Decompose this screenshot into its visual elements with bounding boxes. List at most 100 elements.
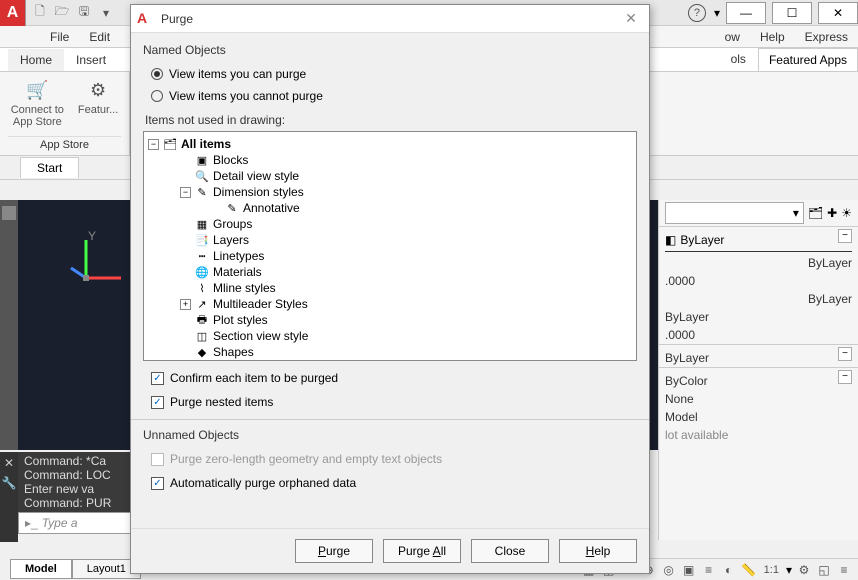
help-button[interactable]: Help <box>559 539 637 563</box>
tree-node-linetypes[interactable]: ┅ Linetypes <box>148 248 632 264</box>
model-layout-tabs: Model Layout1 <box>10 559 141 579</box>
panel-label-appstore: App Store <box>8 136 121 151</box>
collapse-icon[interactable]: − <box>180 187 191 198</box>
tree-node-mline[interactable]: ⌇Mline styles <box>148 280 632 296</box>
cmd-placeholder: Type a <box>42 516 78 530</box>
open-icon[interactable]: 🗁 <box>54 5 70 21</box>
groups-icon: ▦ <box>195 217 209 231</box>
prop-value: ByColor <box>659 372 858 390</box>
tree-label: Annotative <box>243 201 300 215</box>
tab-featured-apps[interactable]: Featured Apps <box>758 48 858 71</box>
sb-3dobj-icon[interactable]: ▣ <box>681 562 697 578</box>
tab-home[interactable]: Home <box>8 49 64 71</box>
layer-add-icon[interactable]: ✚ <box>827 206 837 220</box>
expand-icon[interactable]: + <box>180 299 191 310</box>
sb-custom-icon[interactable]: ≡ <box>836 562 852 578</box>
menu-file[interactable]: File <box>40 28 79 46</box>
tree-node-detail[interactable]: 🔍Detail view style <box>148 168 632 184</box>
help-icon[interactable]: ? <box>688 4 706 22</box>
radio-cannot-purge[interactable]: View items you cannot purge <box>151 89 637 103</box>
featur-button[interactable]: ⚙ Featur... <box>74 76 122 130</box>
checkbox-orphaned[interactable]: ✓ Automatically purge orphaned data <box>151 476 637 490</box>
tree-label: Layers <box>213 233 249 247</box>
sb-max-icon[interactable]: ◱ <box>816 562 832 578</box>
tree-label: Linetypes <box>213 249 264 263</box>
connect-appstore-button[interactable]: 🛒 Connect to App Store <box>7 76 68 130</box>
sb-lineweight-icon[interactable]: ≡ <box>701 562 717 578</box>
section-icon: ◫ <box>195 329 209 343</box>
tree-node-blocks[interactable]: ▣Blocks <box>148 152 632 168</box>
maximize-button[interactable]: ☐ <box>772 2 812 24</box>
radio-can-purge[interactable]: View items you can purge <box>151 67 637 81</box>
linetypes-icon: ┅ <box>195 249 209 263</box>
tab-start[interactable]: Start <box>20 157 79 178</box>
collapse-button[interactable]: − <box>838 370 852 384</box>
checkbox-icon: ✓ <box>151 477 164 490</box>
tab-tools-partial[interactable]: ols <box>719 48 758 71</box>
cmd-close-icon[interactable]: ✕ <box>4 456 14 470</box>
collapse-button[interactable]: − <box>838 347 852 361</box>
save-icon[interactable]: 🖫 <box>76 5 92 21</box>
chevron-down-icon: ▾ <box>793 206 799 220</box>
purge-all-button[interactable]: Purge All <box>383 539 461 563</box>
dropdown-icon[interactable]: ▾ <box>98 5 114 21</box>
menu-express[interactable]: Express <box>795 28 858 46</box>
ucs-icon: Y <box>66 230 126 290</box>
collapse-icon[interactable]: − <box>148 139 159 150</box>
purge-tree[interactable]: − 🗂 All items ▣Blocks 🔍Detail view style… <box>143 131 637 361</box>
sb-ruler-icon[interactable]: 📏 <box>741 562 757 578</box>
svg-text:Y: Y <box>88 230 96 243</box>
edge-tool-icon[interactable] <box>2 206 16 220</box>
sb-scale[interactable]: 1:1 <box>761 564 782 576</box>
sb-osnap-icon[interactable]: ◎ <box>661 562 677 578</box>
tree-node-dimension[interactable]: −✎ Dimension styles <box>148 184 632 200</box>
tree-node-annotative[interactable]: ✎ Annotative <box>148 200 632 216</box>
close-button[interactable]: ✕ <box>818 2 858 24</box>
tree-node-all[interactable]: − 🗂 All items <box>148 136 632 152</box>
dialog-body: Named Objects View items you can purge V… <box>131 33 649 528</box>
layer-props-icon[interactable]: 🗂 <box>808 206 823 220</box>
mleader-icon: ↗ <box>195 297 209 311</box>
tree-node-materials[interactable]: 🌐Materials <box>148 264 632 280</box>
dimension-icon: ✎ <box>225 201 239 215</box>
tree-node-plot[interactable]: 🖶Plot styles <box>148 312 632 328</box>
checkbox-nested[interactable]: ✓ Purge nested items <box>151 395 637 409</box>
checkbox-zero-length[interactable]: Purge zero-length geometry and empty tex… <box>151 452 637 466</box>
dialog-title-bar[interactable]: A Purge ✕ <box>131 5 649 33</box>
tree-label: Blocks <box>213 153 248 167</box>
menu-edit[interactable]: Edit <box>79 28 120 46</box>
tree-node-layers[interactable]: 📑Layers <box>148 232 632 248</box>
tab-insert[interactable]: Insert <box>64 49 118 71</box>
checkbox-icon: ✓ <box>151 372 164 385</box>
app-logo[interactable]: A <box>0 0 26 26</box>
tree-label: Shapes <box>213 345 254 359</box>
layer-combo[interactable]: ▾ <box>665 202 804 224</box>
minimize-button[interactable]: — <box>726 2 766 24</box>
tree-node-tablestyles[interactable]: ▤Table styles <box>148 360 632 361</box>
tree-label: Dimension styles <box>213 185 304 199</box>
layer-filter-icon[interactable]: ☀ <box>841 206 852 220</box>
tree-node-mleader[interactable]: +↗Multileader Styles <box>148 296 632 312</box>
collapse-button[interactable]: − <box>838 229 852 243</box>
prop-value: ByLayer <box>659 349 858 367</box>
tree-node-groups[interactable]: ▦Groups <box>148 216 632 232</box>
chevron-down-icon[interactable]: ▾ <box>786 563 792 577</box>
dimension-icon: ✎ <box>195 185 209 199</box>
menu-help[interactable]: Help <box>750 28 795 46</box>
menu-window-partial[interactable]: ow <box>715 28 750 46</box>
cmd-wrench-icon[interactable]: 🔧 <box>2 476 17 490</box>
new-icon[interactable]: 🗋 <box>32 5 48 21</box>
sb-transp-icon[interactable]: ◐ <box>721 562 737 578</box>
tree-node-shapes[interactable]: ◆Shapes <box>148 344 632 360</box>
purge-button[interactable]: Purge <box>295 539 373 563</box>
dialog-close-button[interactable]: ✕ <box>619 9 643 29</box>
tab-model[interactable]: Model <box>10 559 72 579</box>
prop-value: ByLayer <box>659 308 858 326</box>
close-button[interactable]: Close <box>471 539 549 563</box>
sb-gear-icon[interactable]: ⚙ <box>796 562 812 578</box>
autocad-logo-icon: A <box>137 10 155 28</box>
checkbox-confirm[interactable]: ✓ Confirm each item to be purged <box>151 371 637 385</box>
tree-node-section[interactable]: ◫Section view style <box>148 328 632 344</box>
help-dropdown-icon[interactable]: ▾ <box>714 6 720 20</box>
checkbox-icon: ✓ <box>151 396 164 409</box>
